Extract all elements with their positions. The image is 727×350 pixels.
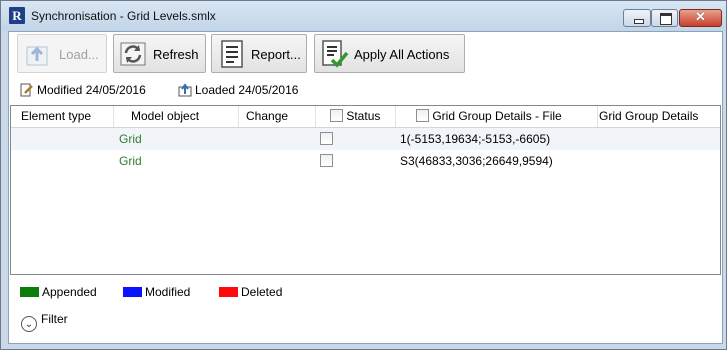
- cell-model-object[interactable]: Grid: [119, 128, 142, 150]
- loaded-info: Loaded 24/05/2016: [178, 83, 298, 97]
- modified-date: Modified 24/05/2016: [37, 83, 146, 97]
- modified-swatch: [123, 287, 142, 297]
- legend-modified: Modified: [123, 285, 190, 299]
- modified-info: Modified 24/05/2016: [20, 83, 146, 97]
- apply-all-actions-button[interactable]: Apply All Actions: [314, 34, 465, 73]
- status-checkbox[interactable]: [320, 128, 333, 150]
- window-title: Synchronisation - Grid Levels.smlx: [31, 9, 216, 23]
- legend-deleted-label: Deleted: [241, 285, 283, 299]
- deleted-swatch: [219, 287, 238, 297]
- header-status[interactable]: Status: [316, 106, 396, 127]
- title-bar[interactable]: R Synchronisation - Grid Levels.smlx ✕: [1, 1, 726, 31]
- maximize-button[interactable]: [651, 9, 678, 27]
- file-details-header-checkbox[interactable]: [416, 109, 429, 122]
- table-row[interactable]: Grid 1(-5153,19634;-5153,-6605): [11, 128, 720, 150]
- header-grid-group-details-file[interactable]: Grid Group Details - File: [396, 106, 598, 127]
- appended-swatch: [20, 287, 39, 297]
- header-change[interactable]: Change: [239, 106, 316, 127]
- header-model-object[interactable]: Model object: [114, 106, 239, 127]
- sync-window: R Synchronisation - Grid Levels.smlx ✕ L…: [0, 0, 727, 350]
- legend-modified-label: Modified: [145, 285, 191, 299]
- header-element-type[interactable]: Element type: [11, 106, 114, 127]
- refresh-button[interactable]: Refresh: [113, 34, 206, 73]
- apply-check-icon: [322, 40, 349, 68]
- client-area: Load... Refresh Report... Apply All Acti…: [8, 31, 723, 344]
- minimize-button[interactable]: [623, 9, 651, 27]
- status-checkbox-box[interactable]: [320, 154, 333, 167]
- cell-file-details: S3(46833,3036;26649,9594): [400, 154, 553, 168]
- filter-label: Filter: [41, 312, 68, 326]
- sync-grid: Element type Model object Change Status …: [10, 105, 721, 275]
- load-button[interactable]: Load...: [17, 34, 107, 73]
- chevron-down-icon[interactable]: ⌄: [21, 316, 37, 332]
- close-icon: ✕: [695, 9, 706, 24]
- legend-appended: Appended: [20, 285, 97, 299]
- report-label: Report...: [251, 47, 301, 62]
- filter-expander[interactable]: ⌄ Filter: [21, 312, 68, 332]
- loaded-date: Loaded 24/05/2016: [195, 83, 299, 97]
- header-file-details-label: Grid Group Details - File: [432, 109, 562, 123]
- report-button[interactable]: Report...: [211, 34, 307, 73]
- refresh-icon: [120, 42, 146, 66]
- close-button[interactable]: ✕: [679, 9, 722, 27]
- grid-header: Element type Model object Change Status …: [11, 106, 720, 128]
- cell-file-details: 1(-5153,19634;-5153,-6605): [400, 132, 551, 146]
- apply-all-actions-label: Apply All Actions: [354, 47, 450, 62]
- load-label: Load...: [59, 47, 99, 62]
- cell-model-object[interactable]: Grid: [119, 150, 142, 172]
- table-row[interactable]: Grid S3(46833,3036;26649,9594): [11, 150, 720, 172]
- header-grid-group-details[interactable]: Grid Group Details: [598, 106, 720, 127]
- refresh-label: Refresh: [153, 47, 199, 62]
- loaded-icon: [178, 83, 192, 97]
- maximize-icon: [660, 13, 672, 25]
- legend-deleted: Deleted: [219, 285, 282, 299]
- minimize-icon: [634, 19, 644, 24]
- modified-icon: [20, 83, 33, 97]
- status-checkbox-box[interactable]: [320, 132, 333, 145]
- report-icon: [221, 40, 243, 68]
- header-status-label: Status: [346, 109, 381, 123]
- legend-appended-label: Appended: [42, 285, 97, 299]
- revit-app-icon: R: [9, 7, 25, 24]
- status-checkbox[interactable]: [320, 150, 333, 172]
- status-header-checkbox[interactable]: [330, 109, 343, 122]
- load-icon: [26, 46, 48, 66]
